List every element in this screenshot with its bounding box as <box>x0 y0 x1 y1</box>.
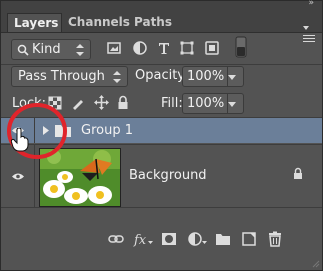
filter-type-icon[interactable] <box>156 40 172 56</box>
fill-label: Fill: <box>161 96 183 111</box>
tab-paths[interactable]: Paths <box>128 13 178 32</box>
blend-mode-value: Pass Through <box>18 69 105 84</box>
filter-kind-label: Kind <box>32 42 61 57</box>
chevron-down-icon <box>228 101 236 107</box>
search-icon <box>17 44 29 56</box>
mask-icon[interactable] <box>161 231 177 247</box>
hand-cursor-icon <box>11 128 29 152</box>
new-group-icon[interactable] <box>215 231 231 247</box>
opacity-field[interactable]: 100% <box>182 66 244 87</box>
tab-layers[interactable]: Layers <box>7 13 62 32</box>
filter-shape-icon[interactable] <box>179 40 195 56</box>
divider <box>1 64 322 65</box>
filter-toggle-icon[interactable] <box>235 36 247 58</box>
opacity-value: 100% <box>187 69 225 84</box>
panel-title-strip: » <box>1 0 322 10</box>
fx-icon[interactable]: fx <box>133 231 153 247</box>
panel-menu-icon[interactable] <box>303 16 315 42</box>
layer-name: Background <box>129 168 207 183</box>
lock-all-icon[interactable] <box>117 95 129 110</box>
fill-field[interactable]: 100% <box>182 93 244 114</box>
trash-icon[interactable] <box>267 231 283 247</box>
opacity-label: Opacity: <box>135 68 189 83</box>
svg-text:fx: fx <box>133 233 147 247</box>
tab-bar: Layers Channels Paths <box>1 10 322 42</box>
link-icon[interactable] <box>108 231 124 247</box>
layers-panel: » Layers Channels Paths Kind Pass Throug… <box>0 0 323 271</box>
layer-name: Group 1 <box>81 123 133 138</box>
eye-icon <box>12 173 24 180</box>
new-layer-icon[interactable] <box>241 231 257 247</box>
chevron-down-icon <box>228 74 236 80</box>
adjustment-icon[interactable] <box>187 231 207 247</box>
blend-mode-dropdown[interactable]: Pass Through <box>11 66 128 87</box>
collapse-icon[interactable]: » <box>308 0 314 8</box>
lock-position-icon[interactable] <box>94 95 109 110</box>
fill-value: 100% <box>187 96 225 111</box>
filter-kind-dropdown[interactable]: Kind <box>11 39 91 60</box>
chevron-updown-icon <box>113 70 121 83</box>
chevron-updown-icon <box>76 43 84 56</box>
tab-channels[interactable]: Channels <box>62 13 130 32</box>
layers-bottom-toolbar: fx <box>1 227 322 254</box>
lock-icon <box>294 167 302 179</box>
filter-pixel-icon[interactable] <box>106 40 122 56</box>
filter-adjustment-icon[interactable] <box>132 40 148 56</box>
resize-grip-icon[interactable] <box>312 260 320 268</box>
filter-smartobject-icon[interactable] <box>204 40 220 56</box>
